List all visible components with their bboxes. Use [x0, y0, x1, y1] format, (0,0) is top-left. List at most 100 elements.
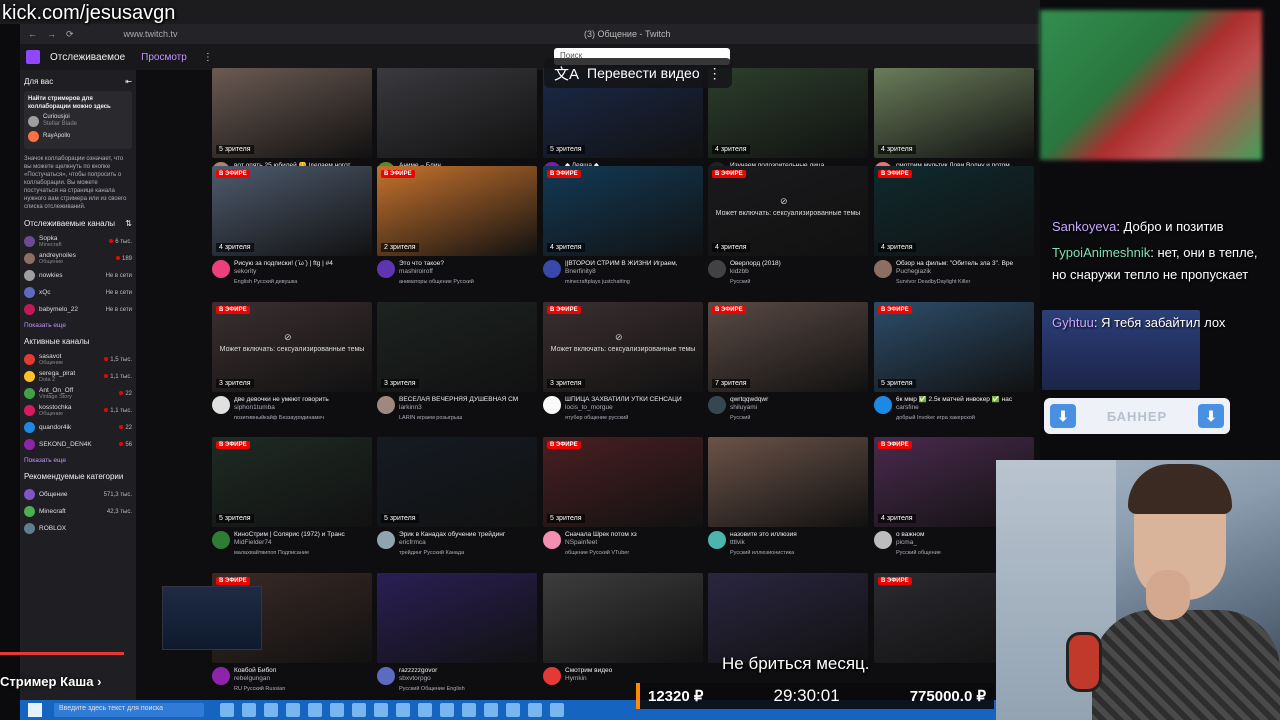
- stream-thumbnail[interactable]: В ЭФИРЕ 5 зрителя: [543, 437, 703, 527]
- avatar[interactable]: [377, 531, 395, 549]
- avatar[interactable]: [212, 396, 230, 414]
- avatar[interactable]: [543, 667, 561, 685]
- streamer-name[interactable]: rebelgungan: [234, 675, 372, 683]
- stream-title[interactable]: 6к ммр ✅ 2.5к матчей инвокер ✅ нас: [896, 396, 1034, 404]
- collab-user[interactable]: RayApollo: [28, 131, 128, 142]
- app-icon[interactable]: [528, 703, 542, 717]
- stream-title[interactable]: ВЕСЕЛАЯ ВЕЧЕРНЯЯ ДУШЕВНАЯ СМ: [399, 396, 537, 404]
- stream-thumbnail[interactable]: В ЭФИРЕ 7 зрителя: [708, 302, 868, 392]
- app-icon[interactable]: [550, 703, 564, 717]
- stream-title[interactable]: Обзор на фильм: "Обитель зла 3". Вре: [896, 260, 1034, 268]
- stream-card[interactable]: В ЭФИРЕ 5 зрителя КиноСтрим | Солярис (197…: [212, 437, 372, 557]
- stream-card[interactable]: 5 зрителя Эрик в Канадах обучение трейдин…: [377, 437, 537, 557]
- sidebar-channel[interactable]: xQc Не в сети: [24, 284, 132, 301]
- sidebar-category[interactable]: Общение 571,3 тыс.: [24, 486, 132, 503]
- avatar[interactable]: [212, 667, 230, 685]
- streamer-name[interactable]: MidFielder74: [234, 539, 372, 547]
- app-icon[interactable]: [330, 703, 344, 717]
- twitch-logo-icon[interactable]: [26, 50, 40, 64]
- streamer-name[interactable]: tttlvik: [730, 539, 868, 547]
- collapse-icon[interactable]: ⇤: [125, 77, 132, 86]
- app-icon[interactable]: [440, 703, 454, 717]
- stream-card[interactable]: [708, 573, 868, 663]
- stream-title[interactable]: Ковбой Бибоп: [234, 667, 372, 675]
- streamer-name[interactable]: larkinn3: [399, 404, 537, 412]
- app-icon[interactable]: [242, 703, 256, 717]
- taskbar-search-input[interactable]: Введите здесь текст для поиска: [54, 703, 204, 717]
- stream-card[interactable]: В ЭФИРЕ 7 зрителя qwrtqqwdqwr shiluyami Русс…: [708, 302, 868, 422]
- stream-title[interactable]: Эрик в Канадах обучение трейдинг: [399, 531, 537, 539]
- stream-card[interactable]: В ЭФИРЕ 5 зрителя 6к ммр ✅ 2.5к матчей инв…: [874, 302, 1034, 422]
- streamer-name[interactable]: sekority: [234, 268, 372, 276]
- stream-card[interactable]: В ЭФИРЕ ⊘ Может включать: сексуализированн…: [212, 302, 372, 422]
- app-icon[interactable]: [286, 703, 300, 717]
- stream-thumbnail[interactable]: [543, 573, 703, 663]
- stream-card[interactable]: В ЭФИРЕ ⊘ Может включать: сексуализированн…: [708, 166, 868, 286]
- stream-card[interactable]: razzzzzgovor sbxvtorpgo Русский Общение En…: [377, 573, 537, 693]
- stream-thumbnail[interactable]: [377, 68, 537, 158]
- show-more-link[interactable]: Показать еще: [24, 322, 132, 329]
- app-icon[interactable]: [462, 703, 476, 717]
- streamer-name[interactable]: shiluyami: [730, 404, 868, 412]
- avatar[interactable]: [212, 531, 230, 549]
- back-icon[interactable]: ←: [28, 29, 37, 39]
- stream-card[interactable]: В ЭФИРЕ 2 зрителя Это что такое? mashiroiro…: [377, 166, 537, 286]
- avatar[interactable]: [874, 260, 892, 278]
- sidebar-channel[interactable]: SEKOND_DEN4K 56: [24, 436, 132, 453]
- stream-title[interactable]: Сначала Шрек потом хз: [565, 531, 703, 539]
- avatar[interactable]: [874, 396, 892, 414]
- app-icon[interactable]: [352, 703, 366, 717]
- show-more-link[interactable]: Показать еще: [24, 457, 132, 464]
- app-icon[interactable]: [220, 703, 234, 717]
- streamer-name[interactable]: Bnerfinity8: [565, 268, 703, 276]
- app-icon[interactable]: [308, 703, 322, 717]
- stream-thumbnail[interactable]: В ЭФИРЕ ⊘ Может включать: сексуализированн…: [212, 302, 372, 392]
- stream-title[interactable]: Это что такое?: [399, 260, 537, 268]
- reload-icon[interactable]: ⟳: [66, 29, 74, 40]
- windows-start-icon[interactable]: [28, 703, 42, 717]
- streamer-name[interactable]: Hymkin: [565, 675, 703, 683]
- avatar[interactable]: [708, 260, 726, 278]
- sidebar-channel[interactable]: Ant_On_Off Vintage Story 22: [24, 385, 132, 402]
- sidebar-category[interactable]: ROBLOX: [24, 520, 132, 537]
- stream-title[interactable]: qwrtqqwdqwr: [730, 396, 868, 404]
- stream-thumbnail[interactable]: 5 зрителя: [377, 437, 537, 527]
- stream-title[interactable]: Рисую за подписки! ( ̄ω ̄) | ftg | #4: [234, 260, 372, 268]
- stream-thumbnail[interactable]: В ЭФИРЕ 2 зрителя: [377, 166, 537, 256]
- stream-title[interactable]: ||ВТОРОЙ СТРИМ В ЖИЗНИ Играем,: [565, 260, 703, 268]
- forward-icon[interactable]: →: [47, 29, 56, 39]
- nav-browse[interactable]: Просмотр: [141, 52, 187, 63]
- stream-title[interactable]: две девочки не умеют говорить: [234, 396, 372, 404]
- sidebar-channel[interactable]: serega_pirat Dota 2 1,1 тыс.: [24, 368, 132, 385]
- more-dots-icon[interactable]: ⋮: [203, 52, 213, 63]
- avatar[interactable]: [708, 531, 726, 549]
- stream-card[interactable]: В ЭФИРЕ 5 зрителя Сначала Шрек потом хз NSp…: [543, 437, 703, 557]
- sidebar-channel[interactable]: sasavot Общение 1,5 тыс.: [24, 351, 132, 368]
- stream-card[interactable]: назовите это иллюзия tttlvik Русский иллюз…: [708, 437, 868, 557]
- streamer-name[interactable]: carsfine: [896, 404, 1034, 412]
- translate-video-button[interactable]: 文A Перевести видео ⋮: [544, 58, 732, 88]
- stream-card[interactable]: В ЭФИРЕ ⊘ Может включать: сексуализированн…: [543, 302, 703, 422]
- sidebar-channel[interactable]: nowkies Не в сети: [24, 267, 132, 284]
- streamer-name[interactable]: NSpainfeet: [565, 539, 703, 547]
- url-text[interactable]: www.twitch.tv: [124, 29, 178, 39]
- sidebar-category[interactable]: Minecraft 42,3 тыс.: [24, 503, 132, 520]
- sidebar-channel[interactable]: Sopka Minecraft 6 тыс.: [24, 233, 132, 250]
- stream-thumbnail[interactable]: В ЭФИРЕ 5 зрителя: [874, 302, 1034, 392]
- app-icon[interactable]: [418, 703, 432, 717]
- stream-card[interactable]: Смотрим видео Hymkin: [543, 573, 703, 685]
- app-icon[interactable]: [484, 703, 498, 717]
- collab-user[interactable]: Curiousjoi Stellar Blade: [28, 114, 128, 128]
- streamer-name[interactable]: Puchegiazik: [896, 268, 1034, 276]
- app-icon[interactable]: [374, 703, 388, 717]
- streamer-name[interactable]: siphon1tumba: [234, 404, 372, 412]
- sidebar-channel[interactable]: kosstochka Общение 1,1 тыс.: [24, 402, 132, 419]
- stream-thumbnail[interactable]: В ЭФИРЕ ⊘ Может включать: сексуализированн…: [543, 302, 703, 392]
- streamer-name[interactable]: sbxvtorpgo: [399, 675, 537, 683]
- browser-address-bar[interactable]: ← → ⟳ www.twitch.tv (3) Общение - Twitch: [20, 24, 1040, 44]
- avatar[interactable]: [377, 667, 395, 685]
- stream-card[interactable]: В ЭФИРЕ 4 зрителя ||ВТОРОЙ СТРИМ В ЖИЗНИ И…: [543, 166, 703, 286]
- stream-thumbnail[interactable]: 5 зрителя: [212, 68, 372, 158]
- streamer-name[interactable]: ericfrmca: [399, 539, 537, 547]
- stream-thumbnail[interactable]: [708, 437, 868, 527]
